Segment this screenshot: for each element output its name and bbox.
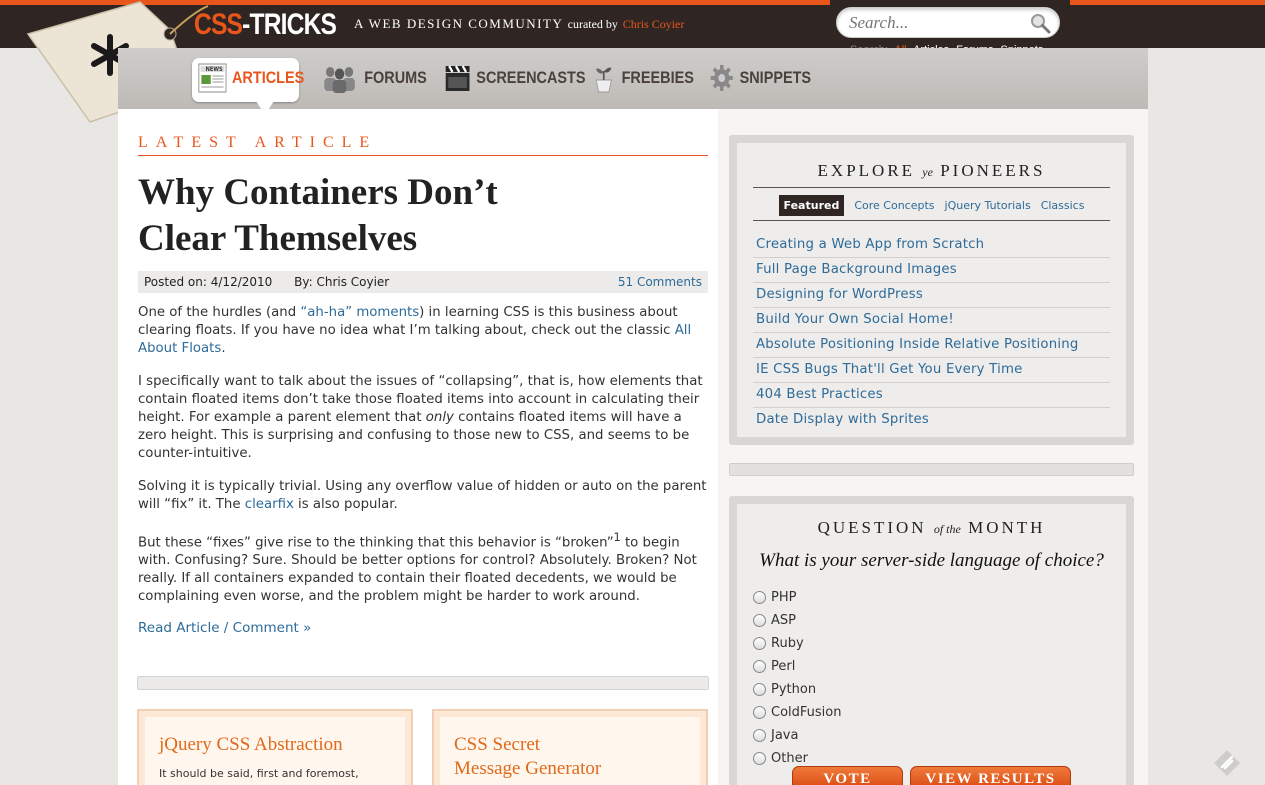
clapperboard-icon — [445, 65, 470, 91]
view-results-button[interactable]: VIEW RESULTS — [910, 766, 1071, 785]
logo-css: CSS — [194, 8, 243, 41]
news-badge-text: NEWS — [206, 67, 223, 73]
featured-link[interactable]: Creating a Web App from Scratch — [753, 233, 1110, 258]
radio-button[interactable] — [753, 591, 766, 604]
poll-heading: QUESTION of the MONTH — [817, 518, 1046, 537]
clearfix-link[interactable]: clearfix — [245, 497, 294, 512]
feed-corner-icon[interactable] — [1213, 749, 1241, 777]
explore-heading: EXPLORE ye PIONEERS — [817, 161, 1046, 180]
radio-button[interactable] — [753, 752, 766, 765]
featured-link[interactable]: 404 Best Practices — [753, 383, 1110, 408]
featured-link[interactable]: Absolute Positioning Inside Relative Pos… — [753, 333, 1110, 358]
ah-ha-moments-link[interactable]: “ah-ha” moments — [300, 305, 419, 320]
featured-link[interactable]: Full Page Background Images — [753, 258, 1110, 283]
sidebar-divider — [729, 463, 1134, 476]
nav-forums[interactable]: FORUMS — [320, 58, 427, 98]
poll-panel: QUESTION of the MONTH What is your serve… — [729, 496, 1134, 785]
article-title-line2: Clear Themselves — [138, 218, 418, 259]
poll-option[interactable]: Perl — [753, 655, 1110, 678]
tab-core-concepts[interactable]: Core Concepts — [854, 199, 934, 212]
people-icon — [324, 67, 355, 93]
tagline-text: A WEB DESIGN COMMUNITY — [354, 16, 563, 31]
nav-articles-label: ARTICLES — [232, 68, 305, 87]
curator-link[interactable]: Chris Coyier — [623, 17, 685, 31]
curated-by-text: curated by — [567, 17, 618, 31]
latest-article-label: LATEST ARTICLE — [138, 134, 708, 156]
featured-links: Creating a Web App from Scratch Full Pag… — [753, 233, 1110, 432]
featured-link[interactable]: IE CSS Bugs That'll Get You Every Time — [753, 358, 1110, 383]
card-excerpt: It should be said, first and foremost, — [159, 767, 359, 780]
radio-button[interactable] — [753, 614, 766, 627]
logo-tricks: -TRICKS — [242, 8, 337, 41]
search-box — [836, 7, 1060, 38]
nav-freebies-label: FREEBIES — [621, 68, 694, 87]
article-card[interactable]: jQuery CSS Abstraction It should be said… — [137, 709, 413, 785]
explore-panel: EXPLORE ye PIONEERS Featured Core Concep… — [729, 135, 1134, 445]
site-tagline: A WEB DESIGN COMMUNITY curated by Chris … — [354, 16, 684, 32]
vote-button[interactable]: VOTE — [792, 766, 903, 785]
tab-classics[interactable]: Classics — [1041, 199, 1085, 212]
article-paragraph: But these “fixes” give rise to the think… — [138, 531, 697, 605]
card-title[interactable]: CSS Secret Message Generator — [454, 733, 686, 781]
article-meta: Posted on: 4/12/2010 By: Chris Coyier 51… — [138, 271, 708, 293]
plant-icon — [595, 67, 612, 93]
nav-screencasts-label: SCREENCASTS — [476, 68, 586, 87]
read-article-link[interactable]: Read Article / Comment » — [138, 620, 311, 636]
poll-option[interactable]: ASP — [753, 609, 1110, 632]
featured-link[interactable]: Designing for WordPress — [753, 283, 1110, 308]
radio-button[interactable] — [753, 637, 766, 650]
poll-question: What is your server-side language of cho… — [759, 550, 1104, 571]
by-label: By: — [294, 275, 313, 289]
nav-articles[interactable]: NEWS ARTICLES — [198, 58, 304, 98]
radio-button[interactable] — [753, 706, 766, 719]
poll-option[interactable]: Ruby — [753, 632, 1110, 655]
nav-snippets-label: SNIPPETS — [739, 68, 812, 87]
article-paragraph: One of the hurdles (and “ah-ha” moments)… — [138, 305, 692, 356]
poll-option[interactable]: Python — [753, 678, 1110, 701]
explore-tabs: Featured Core Concepts jQuery Tutorials … — [753, 195, 1110, 221]
radio-button[interactable] — [753, 660, 766, 673]
featured-link[interactable]: Build Your Own Social Home! — [753, 308, 1110, 333]
nav-snippets[interactable]: SNIPPETS — [709, 58, 811, 98]
newspaper-icon: NEWS — [198, 63, 227, 93]
poll-option[interactable]: PHP — [753, 586, 1110, 609]
nav-forums-label: FORUMS — [364, 68, 427, 87]
nav-freebies[interactable]: FREEBIES — [591, 58, 694, 98]
card-title[interactable]: jQuery CSS Abstraction — [159, 733, 391, 757]
nav-screencasts[interactable]: SCREENCASTS — [444, 58, 585, 98]
poll-option[interactable]: ColdFusion — [753, 701, 1110, 724]
author-name: Chris Coyier — [316, 275, 390, 289]
poll-options: PHP ASP Ruby Perl Python ColdFusion Java… — [753, 586, 1110, 770]
article-paragraph: I specifically want to talk about the is… — [138, 374, 703, 461]
gear-icon — [710, 65, 733, 91]
search-input[interactable] — [849, 12, 1019, 34]
footnote-marker[interactable]: 1 — [614, 531, 621, 544]
posted-date: 4/12/2010 — [210, 275, 273, 289]
tab-jquery-tutorials[interactable]: jQuery Tutorials — [945, 199, 1031, 212]
article-body: One of the hurdles (and “ah-ha” moments)… — [138, 304, 710, 621]
comments-link[interactable]: 51 Comments — [618, 275, 702, 289]
radio-button[interactable] — [753, 683, 766, 696]
posted-label: Posted on: — [144, 275, 207, 289]
article-title-line1: Why Containers Don’t — [138, 172, 498, 213]
heading-rule — [753, 187, 1110, 188]
search-icon[interactable] — [1029, 12, 1051, 34]
article-card[interactable]: CSS Secret Message Generator — [432, 709, 708, 785]
tab-featured[interactable]: Featured — [778, 195, 845, 216]
article-paragraph: Solving it is typically trivial. Using a… — [138, 479, 707, 512]
article-title[interactable]: Why Containers Don’t Clear Themselves — [138, 170, 698, 262]
content-divider — [137, 676, 709, 690]
radio-button[interactable] — [753, 729, 766, 742]
featured-link[interactable]: Date Display with Sprites — [753, 408, 1110, 432]
site-logo[interactable]: CSS-TRICKS — [194, 8, 337, 42]
poll-option[interactable]: Java — [753, 724, 1110, 747]
